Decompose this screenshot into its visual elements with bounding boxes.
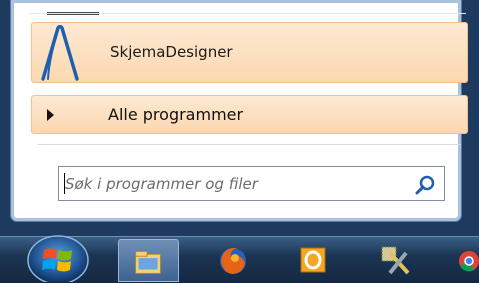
start-menu: SkjemaDesigner Alle programmer xyxy=(10,0,468,222)
pinned-item-label: SkjemaDesigner xyxy=(110,43,233,61)
windows-orb-icon[interactable] xyxy=(24,234,92,282)
outlook-icon[interactable] xyxy=(287,239,339,282)
menu-separator-top xyxy=(29,13,466,14)
firefox-icon[interactable] xyxy=(207,239,259,282)
all-programs-item[interactable]: Alle programmer xyxy=(31,95,468,134)
skjemadesigner-a-icon xyxy=(41,25,79,81)
search-input[interactable] xyxy=(65,171,395,196)
tools-icon[interactable] xyxy=(370,239,422,282)
all-programs-label: Alle programmer xyxy=(108,105,244,124)
taskbar-item-explorer[interactable] xyxy=(118,239,179,282)
search-icon[interactable] xyxy=(414,174,436,196)
search-box[interactable] xyxy=(58,166,445,201)
pinned-item-skjemadesigner[interactable]: SkjemaDesigner xyxy=(31,22,468,83)
right-arrow-icon xyxy=(47,109,54,121)
folder-icon xyxy=(135,250,161,274)
menu-separator-bottom xyxy=(38,144,461,145)
chrome-icon[interactable] xyxy=(449,239,479,282)
